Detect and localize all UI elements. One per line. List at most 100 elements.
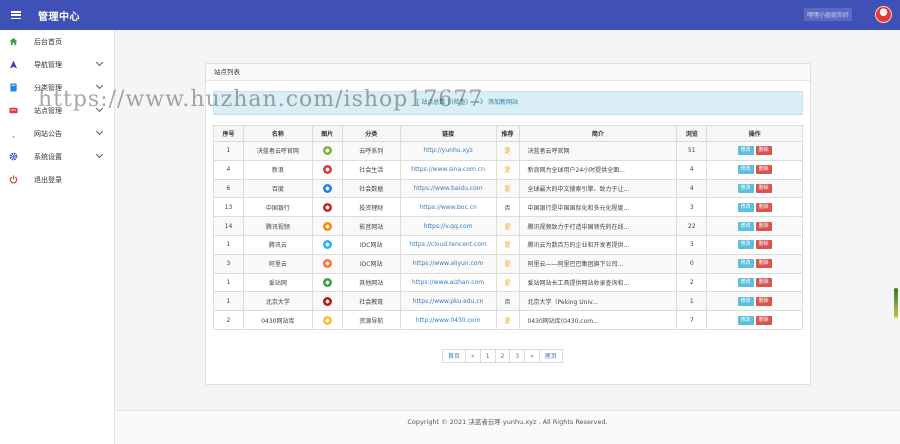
table-row: 13 中国银行 投资理财 https://www.boc.cn 否中国银行是中国国际化和… [213, 197, 803, 218]
main-content: 站点列表 [ 站点总数 ] (检查) ==》 添加新网站 序号 名称 图片 分类 链接推… [115, 30, 900, 410]
cell-logo [311, 310, 343, 330]
cell-id: 1 [213, 291, 244, 312]
cell-url-link[interactable]: https://www.pku.edu.cn [399, 291, 497, 312]
table-row: 1 北京大学 社会教育 https://www.pku.edu.cn 否北京大学（Pek… [213, 291, 803, 312]
home-icon [9, 37, 18, 46]
delete-button[interactable]: 删除 [755, 183, 772, 193]
delete-button[interactable]: 删除 [755, 240, 772, 250]
table-row: 1 决蓝者云呼官网 云呼系列 http://yunhu.xyz 是决蓝者云呼官网 51 修改… [213, 141, 803, 161]
cell-desc: 北京大学（Peking Univ... [518, 291, 678, 312]
sidebar: 后台首页 导航管理 分类管理 站点管理网站公告系统设置 退出登录 [0, 30, 115, 444]
cell-url-link[interactable]: https://www.aliyun.com [399, 253, 497, 274]
edit-button[interactable]: 修改 [737, 240, 754, 250]
edit-button[interactable]: 修改 [737, 221, 754, 231]
sidebar-item-0[interactable]: 后台首页 [0, 30, 114, 53]
delete-button[interactable]: 删除 [755, 202, 772, 212]
column-header: 分类 [341, 125, 401, 142]
cell-url-link[interactable]: https://cloud.tencent.com [399, 234, 497, 255]
page-link[interactable]: » [524, 349, 540, 363]
cell-url-link[interactable]: https://v.qq.com [399, 216, 497, 236]
delete-button[interactable]: 删除 [755, 259, 772, 269]
cell-url-link[interactable]: https://www.aizhan.com [399, 272, 497, 293]
site-logo-icon [322, 240, 332, 250]
sidebar-item-2[interactable]: 分类管理 [0, 76, 114, 99]
sidebar-item-5[interactable]: 系统设置 [0, 145, 114, 168]
site-logo-icon [322, 296, 332, 306]
cell-name: 北京大学 [242, 291, 313, 312]
cell-desc: 0430网站库(0430.com... [518, 310, 678, 330]
cell-actions: 修改 删除 [706, 291, 803, 312]
edit-button[interactable]: 修改 [737, 165, 754, 175]
bell-icon [9, 129, 18, 138]
site-logo-icon [322, 259, 332, 269]
book-icon [9, 83, 18, 92]
page-link[interactable]: 1 [479, 349, 496, 363]
cell-id: 1 [213, 272, 244, 293]
cell-recommend: 是 [495, 272, 520, 293]
cell-name: 0430网站库 [242, 310, 313, 330]
cell-url-link[interactable]: https://www.baidu.com [399, 178, 497, 199]
page-link[interactable]: « [465, 349, 481, 363]
edit-button[interactable]: 修改 [737, 183, 754, 193]
cell-recommend: 是 [495, 141, 520, 161]
cell-desc: 新浪网为全球用户24小时提供全面... [518, 159, 678, 180]
menu-toggle-icon[interactable] [11, 11, 21, 19]
cell-name: 阿里云 [242, 253, 313, 274]
page-link[interactable]: 3 [509, 349, 526, 363]
cell-logo [311, 159, 343, 180]
edit-button[interactable]: 修改 [737, 277, 754, 287]
cell-views: 4 [676, 178, 708, 199]
edit-button[interactable]: 修改 [737, 296, 754, 306]
cell-recommend: 否 [495, 291, 520, 312]
sidebar-item-4[interactable]: 网站公告 [0, 122, 114, 145]
edit-button[interactable]: 修改 [737, 315, 754, 325]
cell-views: 2 [676, 272, 708, 293]
cell-url-link[interactable]: https://www.boc.cn [399, 197, 497, 218]
cell-logo [311, 178, 343, 199]
chevron-down-icon [95, 104, 104, 113]
delete-button[interactable]: 删除 [755, 296, 772, 306]
page-link[interactable]: 尾页 [538, 349, 563, 363]
cell-id: 13 [213, 197, 244, 218]
delete-button[interactable]: 删除 [755, 315, 772, 325]
sidebar-item-label: 网站公告 [34, 129, 62, 138]
add-site-notice[interactable]: [ 站点总数 ] (检查) ==》 添加新网站 [213, 91, 803, 115]
column-header: 链接 [399, 125, 497, 142]
delete-button[interactable]: 删除 [755, 277, 772, 287]
cell-views: 0 [676, 253, 708, 274]
column-header: 简介 [518, 125, 678, 142]
chevron-down-icon [95, 58, 104, 67]
delete-button[interactable]: 删除 [755, 221, 772, 231]
user-avatar[interactable] [875, 6, 892, 23]
edit-button[interactable]: 修改 [737, 202, 754, 212]
sidebar-item-3[interactable]: 站点管理 [0, 99, 114, 122]
cell-url-link[interactable]: http://yunhu.xyz [399, 141, 497, 161]
site-logo-icon [322, 202, 332, 212]
delete-button[interactable]: 删除 [755, 165, 772, 175]
column-header: 浏览 [676, 125, 708, 142]
cell-url-link[interactable]: https://www.sina.com.cn [399, 159, 497, 180]
site-logo-icon [322, 183, 332, 193]
page-link[interactable]: 首页 [442, 349, 467, 363]
cell-actions: 修改 删除 [706, 141, 803, 161]
cell-logo [311, 272, 343, 293]
sidebar-item-6[interactable]: 退出登录 [0, 168, 114, 191]
page-link[interactable]: 2 [494, 349, 511, 363]
delete-button[interactable]: 删除 [755, 146, 772, 156]
cell-recommend: 是 [495, 310, 520, 330]
edit-button[interactable]: 修改 [737, 146, 754, 156]
pagination: 首页 «1 2 3» 尾页 [442, 349, 563, 363]
cell-url-link[interactable]: http://www.0430.com [399, 310, 497, 330]
table-row: 14 腾讯视频 影音网站 https://v.qq.com 是腾讯视频致力于打造中国领先… [213, 216, 803, 236]
cell-category: 云呼系列 [341, 141, 401, 161]
cell-recommend: 是 [495, 234, 520, 255]
scroll-indicator[interactable] [894, 288, 898, 318]
sidebar-item-1[interactable]: 导航管理 [0, 53, 114, 76]
edit-button[interactable]: 修改 [737, 259, 754, 269]
site-logo-icon [322, 146, 332, 156]
cell-name: 百度 [242, 178, 313, 199]
cell-category: IDC网站 [341, 253, 401, 274]
cell-recommend: 是 [495, 178, 520, 199]
cell-logo [311, 253, 343, 274]
cell-id: 1 [213, 234, 244, 255]
